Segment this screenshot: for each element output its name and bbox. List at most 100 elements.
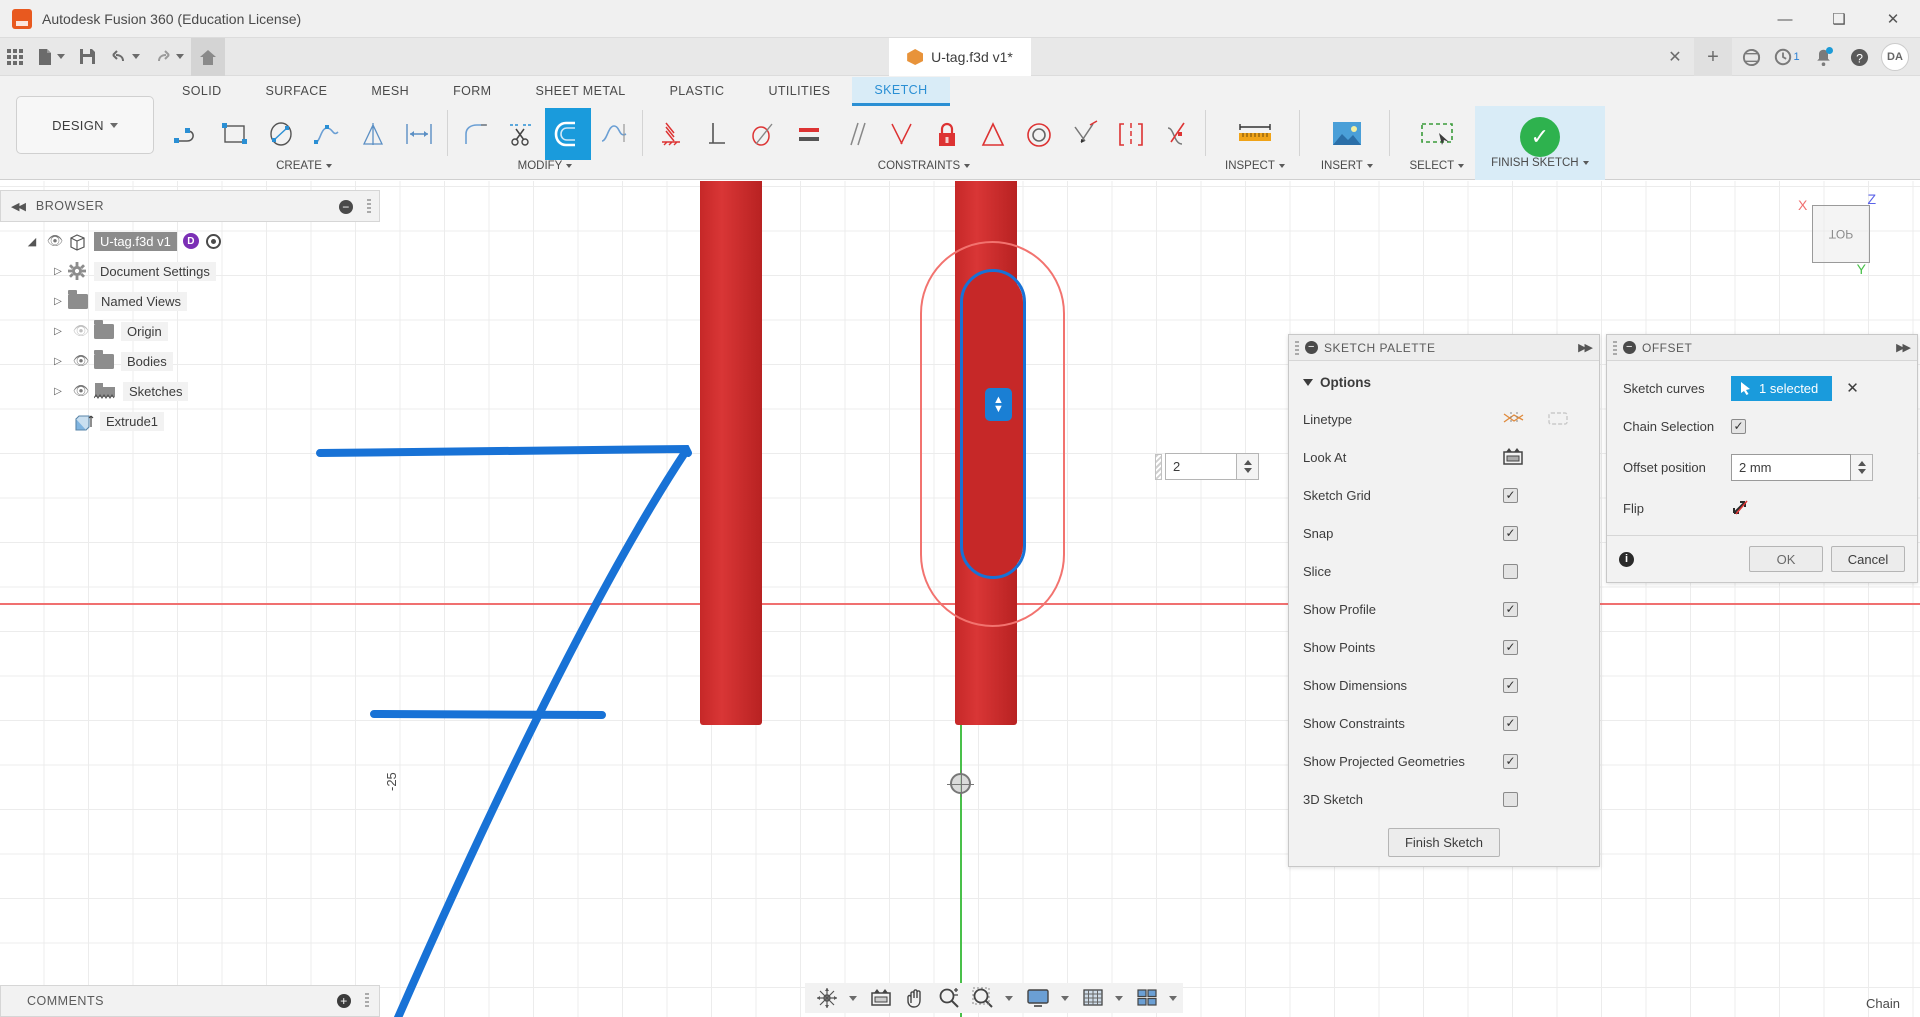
offset-value-input-group[interactable]: 2 bbox=[1155, 453, 1259, 480]
concentric-constraint-icon[interactable] bbox=[1016, 108, 1062, 160]
new-document-tab-button[interactable]: + bbox=[1694, 38, 1732, 76]
palette-row-show-profile[interactable]: Show Profile bbox=[1289, 590, 1599, 628]
orbit-caret-icon[interactable] bbox=[849, 995, 857, 1001]
activate-component-icon[interactable] bbox=[205, 233, 221, 249]
show-projected-geometries-checkbox[interactable] bbox=[1503, 753, 1518, 769]
coincident-constraint-icon[interactable] bbox=[878, 108, 924, 160]
input-drag-handle[interactable] bbox=[1155, 453, 1162, 480]
dimension-tool-icon[interactable] bbox=[396, 108, 442, 160]
info-icon[interactable]: i bbox=[1619, 551, 1634, 567]
offset-drag-handle[interactable]: ▲ ▼ bbox=[985, 388, 1012, 421]
ribbon-group-constraints-label[interactable]: CONSTRAINTS bbox=[878, 160, 971, 172]
curvature-constraint-icon[interactable] bbox=[1154, 108, 1200, 160]
tab-sketch[interactable]: SKETCH bbox=[852, 76, 950, 106]
linetype-construction-icon[interactable] bbox=[1547, 408, 1569, 431]
zoom-window-icon[interactable] bbox=[967, 984, 999, 1012]
midpoint-constraint-icon[interactable] bbox=[970, 108, 1016, 160]
show-profile-checkbox[interactable] bbox=[1503, 601, 1518, 617]
tree-item-root[interactable]: ◢ 👁 U-tag.f3d v1 D bbox=[0, 226, 380, 256]
collinear-constraint-icon[interactable] bbox=[1062, 108, 1108, 160]
3d-sketch-checkbox[interactable] bbox=[1503, 791, 1518, 807]
offset-dialog-collapse-icon[interactable]: − bbox=[1623, 341, 1636, 354]
trim-tool-icon[interactable] bbox=[499, 108, 545, 160]
show-constraints-checkbox[interactable] bbox=[1503, 715, 1518, 731]
show-points-checkbox[interactable] bbox=[1503, 639, 1518, 655]
add-comment-icon[interactable]: + bbox=[337, 994, 351, 1008]
undo-caret-icon[interactable] bbox=[132, 54, 140, 59]
palette-row-show-constraints[interactable]: Show Constraints bbox=[1289, 704, 1599, 742]
display-settings-caret-icon[interactable] bbox=[1061, 995, 1069, 1001]
offset-tool-icon[interactable] bbox=[545, 108, 591, 160]
visibility-eye-icon-3[interactable]: 👁 bbox=[68, 383, 94, 399]
expand-triangle-open-icon[interactable]: ◢ bbox=[22, 235, 42, 248]
maximize-button[interactable]: ❑ bbox=[1812, 0, 1866, 38]
display-settings-icon[interactable] bbox=[1021, 984, 1055, 1012]
fillet-tool-icon[interactable] bbox=[453, 108, 499, 160]
zoom-window-caret-icon[interactable] bbox=[1005, 995, 1013, 1001]
grid-snap-icon[interactable] bbox=[1077, 984, 1109, 1012]
palette-row-snap[interactable]: Snap bbox=[1289, 514, 1599, 552]
circle-tool-icon[interactable] bbox=[258, 108, 304, 160]
select-tool-icon[interactable] bbox=[1409, 108, 1465, 160]
line-tool-icon[interactable] bbox=[166, 108, 212, 160]
offset-position-input[interactable]: 2 mm bbox=[1731, 453, 1851, 481]
document-tab[interactable]: U-tag.f3d v1* bbox=[889, 38, 1031, 76]
clear-selection-icon[interactable]: ✕ bbox=[1846, 379, 1859, 397]
browser-resize-grip[interactable] bbox=[367, 199, 371, 215]
view-cube-face[interactable]: TOP bbox=[1812, 205, 1870, 263]
parallel-constraint-icon[interactable] bbox=[832, 108, 878, 160]
tree-item-origin[interactable]: ▷ 👁 Origin bbox=[0, 316, 380, 346]
insert-image-icon[interactable] bbox=[1319, 108, 1375, 160]
tab-utilities[interactable]: UTILITIES bbox=[746, 78, 852, 104]
expand-triangle-icon-3[interactable]: ▷ bbox=[48, 326, 68, 337]
ribbon-group-select-label[interactable]: SELECT bbox=[1409, 160, 1465, 172]
selected-sketch-curve[interactable] bbox=[960, 269, 1026, 579]
fix-unfix-constraint-icon[interactable] bbox=[648, 108, 694, 160]
expand-triangle-icon-4[interactable]: ▷ bbox=[48, 356, 68, 367]
new-file-icon[interactable] bbox=[30, 38, 72, 76]
ribbon-group-insert-label[interactable]: INSERT bbox=[1321, 160, 1373, 172]
expand-triangle-icon-2[interactable]: ▷ bbox=[48, 296, 68, 307]
spline-tool-icon[interactable] bbox=[304, 108, 350, 160]
finish-sketch-palette-button[interactable]: Finish Sketch bbox=[1387, 827, 1501, 857]
palette-row-3d-sketch[interactable]: 3D Sketch bbox=[1289, 780, 1599, 818]
zoom-icon[interactable] bbox=[933, 984, 965, 1012]
tree-item-bodies[interactable]: ▷ 👁 Bodies bbox=[0, 346, 380, 376]
palette-row-show-points[interactable]: Show Points bbox=[1289, 628, 1599, 666]
orbit-icon[interactable] bbox=[811, 984, 843, 1012]
expand-triangle-icon[interactable]: ▷ bbox=[48, 266, 68, 277]
workspace-selector[interactable]: DESIGN bbox=[16, 96, 154, 154]
tree-item-extrude1[interactable]: Extrude1 bbox=[0, 406, 380, 436]
offset-dialog-expand-icon[interactable]: ▶▶ bbox=[1896, 341, 1911, 354]
ribbon-group-create-label[interactable]: CREATE bbox=[276, 160, 332, 172]
job-status-icon[interactable]: 1 bbox=[1770, 38, 1804, 76]
mirror-tool-icon[interactable] bbox=[350, 108, 396, 160]
visibility-eye-off-icon[interactable]: 👁 bbox=[68, 323, 94, 339]
ribbon-group-modify-label[interactable]: MODIFY bbox=[518, 160, 573, 172]
grid-snap-caret-icon[interactable] bbox=[1115, 995, 1123, 1001]
tab-mesh[interactable]: MESH bbox=[349, 78, 431, 104]
show-dimensions-checkbox[interactable] bbox=[1503, 677, 1518, 693]
flip-icon[interactable] bbox=[1731, 498, 1751, 519]
tree-item-named-views[interactable]: ▷ Named Views bbox=[0, 286, 380, 316]
comments-resize-grip[interactable] bbox=[365, 993, 369, 1009]
snap-checkbox[interactable] bbox=[1503, 525, 1518, 541]
options-section-header[interactable]: Options bbox=[1289, 371, 1599, 400]
offset-row-chain-selection[interactable]: Chain Selection bbox=[1607, 407, 1917, 445]
close-button[interactable]: ✕ bbox=[1866, 0, 1920, 38]
dimension-label[interactable]: -25 bbox=[384, 772, 399, 791]
look-at-icon[interactable] bbox=[1503, 447, 1523, 468]
tab-plastic[interactable]: PLASTIC bbox=[648, 78, 747, 104]
tab-form[interactable]: FORM bbox=[431, 78, 513, 104]
offset-stepper-down-icon[interactable] bbox=[1857, 468, 1866, 474]
fix-constraint-lock-icon[interactable] bbox=[924, 108, 970, 160]
pan-icon[interactable] bbox=[899, 984, 931, 1012]
symmetry-constraint-icon[interactable] bbox=[1108, 108, 1154, 160]
extruded-body-left[interactable] bbox=[700, 181, 762, 725]
measure-tool-icon[interactable] bbox=[1227, 108, 1283, 160]
perpendicular-constraint-icon[interactable] bbox=[694, 108, 740, 160]
linetype-normal-icon[interactable] bbox=[1503, 408, 1525, 431]
tab-sheet-metal[interactable]: SHEET METAL bbox=[513, 78, 647, 104]
tangent-constraint-icon[interactable] bbox=[740, 108, 786, 160]
avatar[interactable]: DA bbox=[1878, 38, 1912, 76]
